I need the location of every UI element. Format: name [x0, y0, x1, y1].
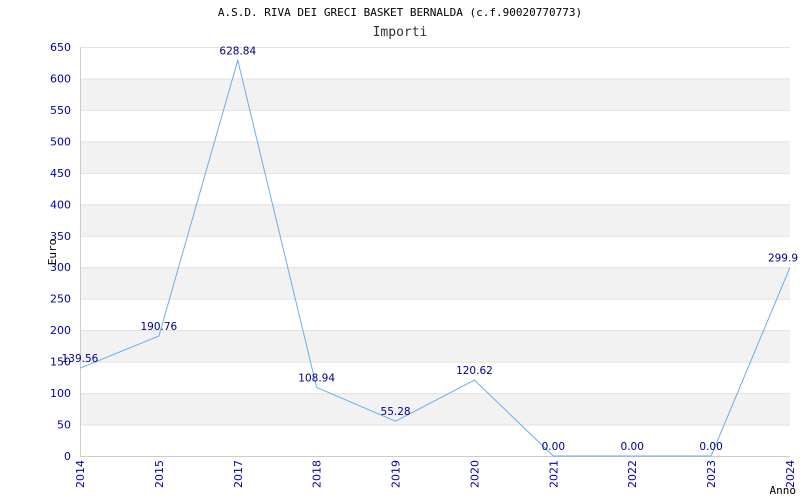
data-label: 299.9	[768, 252, 798, 264]
data-label: 190.76	[141, 321, 178, 333]
y-tick-label: 250	[50, 293, 71, 306]
x-tick-label: 2019	[390, 460, 403, 488]
y-tick-label: 50	[57, 419, 71, 432]
y-tick-label: 550	[50, 104, 71, 117]
line-chart: 050100150200250300350400450500550600650 …	[46, 41, 798, 497]
x-tick-label: 2023	[705, 460, 718, 488]
grid-band	[80, 330, 790, 362]
x-tick-label: 2017	[232, 460, 245, 488]
x-tick-label: 2022	[626, 460, 639, 488]
data-label: 0.00	[542, 441, 565, 453]
x-tick-label: 2018	[311, 460, 324, 488]
y-tick-label: 450	[50, 167, 71, 180]
grid-band	[80, 393, 790, 425]
grid-band	[80, 267, 790, 299]
data-label: 0.00	[699, 441, 722, 453]
grid-band	[80, 78, 790, 110]
grid-band	[80, 141, 790, 173]
y-tick-label: 200	[50, 324, 71, 337]
x-axis-label: Anno	[770, 484, 797, 497]
y-axis-label: Euro	[46, 239, 59, 266]
data-label: 120.62	[456, 365, 493, 377]
grid-bands	[80, 78, 790, 425]
y-tick-label: 650	[50, 41, 71, 54]
x-tick-labels: 2014 2015 2017 2018 2019 2020 2021 2022 2023 2024	[74, 460, 797, 488]
y-tick-label: 600	[50, 72, 71, 85]
x-tick-label: 2021	[547, 460, 560, 488]
y-tick-label: 100	[50, 387, 71, 400]
data-label: 628.84	[219, 45, 256, 57]
y-tick-label: 400	[50, 198, 71, 211]
y-tick-label: 0	[64, 450, 71, 463]
grid-band	[80, 204, 790, 236]
x-tick-label: 2015	[153, 460, 166, 488]
x-tick-label: 2020	[468, 460, 481, 488]
data-label: 55.28	[381, 406, 411, 418]
data-label: 108.94	[298, 372, 335, 384]
x-tick-label: 2014	[74, 460, 87, 488]
y-tick-label: 500	[50, 135, 71, 148]
data-label: 139.56	[62, 353, 99, 365]
data-label: 0.00	[621, 441, 644, 453]
